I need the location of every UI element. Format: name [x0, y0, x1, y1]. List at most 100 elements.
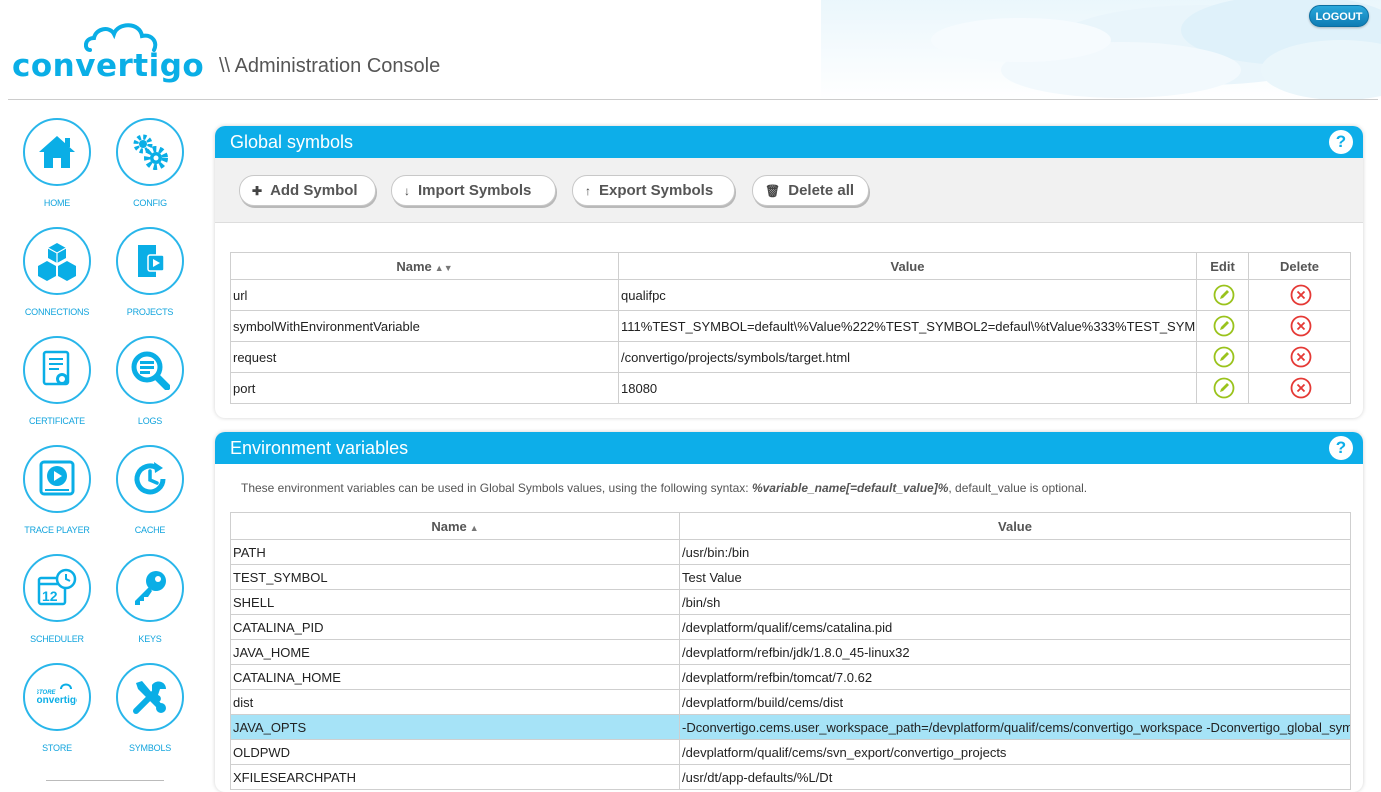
svg-text:convertigo: convertigo	[37, 695, 77, 706]
sidebar-item-label: STORE	[42, 743, 72, 753]
cache-clock-icon	[134, 462, 166, 495]
delete-cell	[1248, 372, 1351, 404]
sidebar-item-label: CONFIG	[133, 198, 167, 208]
sidebar-item-certificate[interactable]: CERTIFICATE	[14, 336, 100, 436]
import-symbols-button[interactable]: ↓ Import Symbols	[391, 175, 556, 206]
env-name: JAVA_HOME	[230, 639, 680, 665]
sidebar-item-symbols[interactable]: SYMBOLS	[107, 663, 193, 763]
edit-icon[interactable]	[1213, 346, 1235, 368]
sidebar-item-scheduler[interactable]: 12 SCHEDULER	[14, 554, 100, 654]
symbol-value: qualifpc	[618, 279, 1197, 311]
edit-cell	[1196, 310, 1249, 342]
edit-icon[interactable]	[1213, 377, 1235, 399]
panel-header: Global symbols ?	[215, 126, 1363, 158]
sidebar-item-store[interactable]: STORE convertigo STORE	[14, 663, 100, 763]
note-text: These environment variables can be used …	[241, 481, 752, 495]
sidebar-item-connections[interactable]: CONNECTIONS	[14, 227, 100, 327]
sidebar-item-label: TRACE PLAYER	[24, 525, 90, 535]
sidebar-item-keys[interactable]: KEYS	[107, 554, 193, 654]
delete-icon[interactable]	[1290, 284, 1312, 306]
env-name: CATALINA_HOME	[230, 664, 680, 690]
help-button[interactable]: ?	[1329, 130, 1353, 154]
column-header-value: Value	[679, 512, 1351, 540]
sidebar-item-label: LOGS	[137, 416, 163, 426]
sidebar-item-projects[interactable]: PROJECTS	[107, 227, 193, 327]
edit-cell	[1196, 372, 1249, 404]
add-symbol-button[interactable]: ✚ Add Symbol	[239, 175, 376, 206]
help-button[interactable]: ?	[1329, 436, 1353, 460]
environment-variables-panel: Environment variables ? These environmen…	[215, 432, 1363, 792]
sidebar-item-label: CONNECTIONS	[24, 307, 90, 317]
table-row: symbolWithEnvironmentVariable 111%TEST_S…	[230, 310, 1351, 342]
env-value: /devplatform/refbin/tomcat/7.0.62	[679, 664, 1351, 690]
page-title: \\ Administration Console	[219, 55, 441, 77]
logs-search-icon	[131, 351, 170, 390]
sidebar-item-label: SYMBOLS	[128, 743, 172, 753]
store-logo-icon: STORE convertigo	[37, 683, 77, 706]
sidebar-item-label: KEYS	[138, 634, 162, 644]
symbols-table: Name ▲▼ Value Edit Delete url qualifpc sy…	[230, 252, 1351, 404]
panel-title: Global symbols	[230, 132, 354, 152]
sidebar-item-logs[interactable]: LOGS	[107, 336, 193, 436]
table-row: request /convertigo/projects/symbols/tar…	[230, 341, 1351, 373]
table-header-row: Name ▲▼ Value Edit Delete	[230, 252, 1351, 280]
sidebar-item-label: CERTIFICATE	[29, 416, 85, 426]
column-header-value: Value	[618, 252, 1197, 280]
header: convertigo \\ Administration Console LOG…	[0, 0, 1381, 100]
column-header-name[interactable]: Name ▲	[230, 512, 680, 540]
logo-text: convertigo	[12, 48, 205, 84]
button-label: Delete all	[788, 182, 855, 199]
plus-icon: ✚	[252, 184, 263, 198]
delete-icon[interactable]	[1290, 377, 1312, 399]
env-value: /devplatform/build/cems/dist	[679, 689, 1351, 715]
sidebar-item-trace-player[interactable]: TRACE PLAYER	[14, 445, 100, 545]
column-header-name[interactable]: Name ▲▼	[230, 252, 619, 280]
env-value: Test Value	[679, 564, 1351, 590]
gears-icon	[133, 134, 168, 170]
delete-icon[interactable]	[1290, 346, 1312, 368]
env-value: /devplatform/refbin/jdk/1.8.0_45-linux32	[679, 639, 1351, 665]
environment-note: These environment variables can be used …	[241, 481, 1087, 495]
table-row[interactable]: CATALINA_HOME/devplatform/refbin/tomcat/…	[230, 664, 1351, 690]
sort-both-icon: ▲▼	[434, 262, 453, 273]
delete-cell	[1248, 310, 1351, 342]
env-value: /devplatform/qualif/cems/catalina.pid	[679, 614, 1351, 640]
environment-table: Name ▲ Value PATH/usr/bin:/bin TEST_SYMBO…	[230, 512, 1351, 790]
symbol-name: url	[230, 279, 619, 311]
symbol-name: symbolWithEnvironmentVariable	[230, 310, 619, 342]
table-row[interactable]: PATH/usr/bin:/bin	[230, 539, 1351, 565]
export-symbols-button[interactable]: ↑ Export Symbols	[572, 175, 735, 206]
certificate-icon	[42, 350, 70, 386]
table-row[interactable]: dist/devplatform/build/cems/dist	[230, 689, 1351, 715]
symbol-value: 111%TEST_SYMBOL=default\%Value%222%TEST_…	[618, 310, 1197, 342]
sidebar-item-label: CACHE	[134, 525, 166, 535]
table-row-selected[interactable]: JAVA_OPTS -Dconvertigo.cems.user_workspa…	[230, 714, 1351, 740]
edit-cell	[1196, 279, 1249, 311]
edit-icon[interactable]	[1213, 315, 1235, 337]
sidebar-item-home[interactable]: HOME	[14, 118, 100, 218]
sidebar-item-cache[interactable]: CACHE	[107, 445, 193, 545]
table-row[interactable]: CATALINA_PID/devplatform/qualif/cems/cat…	[230, 614, 1351, 640]
table-row[interactable]: SHELL/bin/sh	[230, 589, 1351, 615]
delete-cell	[1248, 279, 1351, 311]
tools-icon	[133, 681, 166, 714]
sort-ascending-icon: ▲	[469, 522, 479, 533]
delete-all-button[interactable]: 🗑 Delete all	[752, 175, 869, 206]
note-text: , default_value is optional.	[948, 481, 1088, 495]
table-row[interactable]: OLDPWD/devplatform/qualif/cems/svn_expor…	[230, 739, 1351, 765]
header-divider	[8, 99, 1378, 100]
env-name: JAVA_OPTS	[230, 714, 680, 740]
delete-icon[interactable]	[1290, 315, 1312, 337]
button-label: Export Symbols	[599, 182, 714, 199]
edit-icon[interactable]	[1213, 284, 1235, 306]
key-icon	[135, 571, 166, 605]
sidebar-item-config[interactable]: CONFIG	[107, 118, 193, 218]
table-row[interactable]: JAVA_HOME/devplatform/refbin/jdk/1.8.0_4…	[230, 639, 1351, 665]
table-row[interactable]: TEST_SYMBOL Test Value	[230, 564, 1351, 590]
env-value: -Dconvertigo.cems.user_workspace_path=/d…	[679, 714, 1351, 740]
logout-button[interactable]: LOGOUT	[1309, 5, 1369, 27]
convertigo-logo[interactable]: convertigo	[12, 20, 204, 84]
symbol-value: /convertigo/projects/symbols/target.html	[618, 341, 1197, 373]
button-label: Import Symbols	[418, 182, 532, 199]
note-syntax: %variable_name[=default_value]%	[751, 481, 949, 495]
